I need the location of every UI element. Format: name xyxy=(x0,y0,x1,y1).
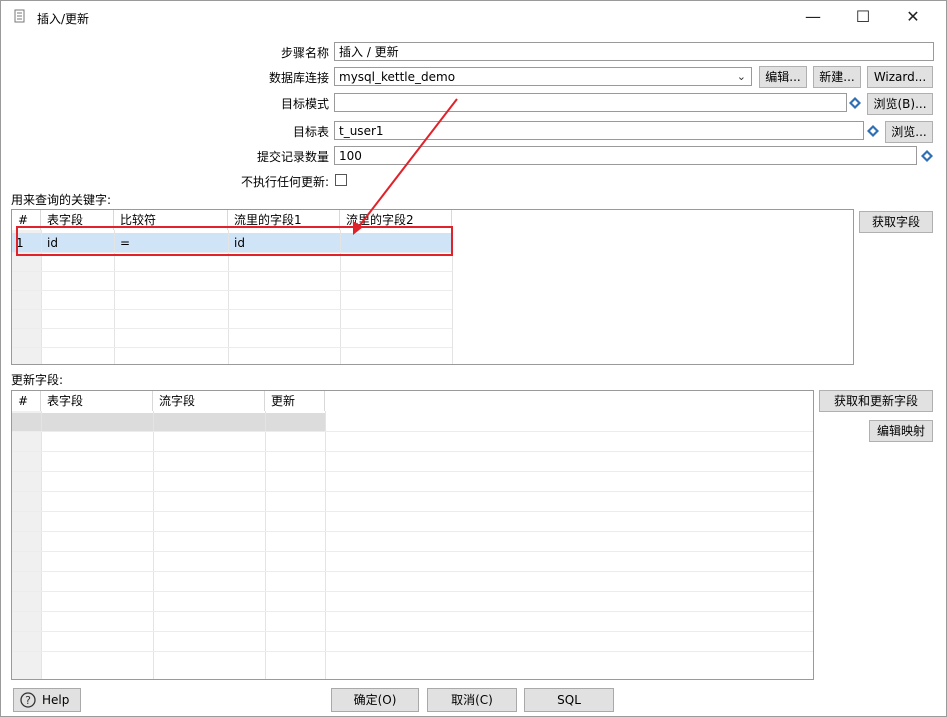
target-table-label: 目标表 xyxy=(292,125,329,139)
maximize-button[interactable]: ☐ xyxy=(841,3,885,31)
db-connection-value: mysql_kettle_demo xyxy=(339,70,456,84)
step-name-label: 步骤名称 xyxy=(280,46,329,60)
target-schema-label: 目标模式 xyxy=(280,97,329,111)
commit-size-label: 提交记录数量 xyxy=(256,150,329,164)
app-icon xyxy=(14,9,25,23)
edit-connection-button[interactable]: 编辑... xyxy=(759,66,807,88)
chevron-down-icon: ⌄ xyxy=(736,70,746,83)
ok-button[interactable]: 确定(O) xyxy=(331,688,419,712)
annotation-highlight-box xyxy=(16,226,453,256)
help-icon: ? xyxy=(20,692,36,708)
browse-table-button[interactable]: 浏览... xyxy=(885,121,933,143)
variable-diamond-icon xyxy=(867,125,879,137)
svg-text:?: ? xyxy=(25,694,31,707)
target-table-input[interactable]: t_user1 xyxy=(334,121,864,140)
minimize-button[interactable]: — xyxy=(791,3,835,31)
column-header-table-field[interactable]: 表字段 xyxy=(41,391,153,411)
commit-size-input[interactable]: 100 xyxy=(334,146,917,165)
table-row-empty-selected[interactable] xyxy=(12,413,325,431)
db-connection-select[interactable]: mysql_kettle_demo ⌄ xyxy=(334,67,752,86)
help-button[interactable]: ? Help xyxy=(13,688,81,712)
insert-update-dialog: 插入/更新 — ☐ ✕ 步骤名称 插入 / 更新 数据库连接 mysql_ket… xyxy=(0,0,947,717)
no-update-label: 不执行任何更新: xyxy=(240,175,329,189)
column-header-num[interactable]: # xyxy=(12,391,41,411)
db-connection-label: 数据库连接 xyxy=(268,71,329,85)
column-header-update[interactable]: 更新 xyxy=(265,391,325,411)
get-fields-button[interactable]: 获取字段 xyxy=(859,211,933,233)
edit-mapping-button[interactable]: 编辑映射 xyxy=(869,420,933,442)
update-fields-table: # 表字段 流字段 更新 xyxy=(11,390,814,680)
close-button[interactable]: ✕ xyxy=(891,3,935,31)
lookup-keys-label: 用来查询的关键字: xyxy=(11,193,112,207)
window-title: 插入/更新 xyxy=(37,12,90,26)
no-update-checkbox[interactable] xyxy=(335,174,347,186)
sql-button[interactable]: SQL xyxy=(524,688,614,712)
update-fields-label: 更新字段: xyxy=(11,373,64,387)
variable-diamond-icon xyxy=(849,97,861,109)
cancel-button[interactable]: 取消(C) xyxy=(427,688,517,712)
browse-schema-button[interactable]: 浏览(B)... xyxy=(867,93,933,115)
variable-diamond-icon xyxy=(921,150,933,162)
title-bar: 插入/更新 — ☐ ✕ xyxy=(1,1,946,33)
target-schema-input[interactable] xyxy=(334,93,847,112)
step-name-input[interactable]: 插入 / 更新 xyxy=(334,42,934,61)
get-update-fields-button[interactable]: 获取和更新字段 xyxy=(819,390,933,412)
new-connection-button[interactable]: 新建... xyxy=(813,66,861,88)
column-header-stream-field[interactable]: 流字段 xyxy=(153,391,265,411)
wizard-button[interactable]: Wizard... xyxy=(867,66,933,88)
help-label: Help xyxy=(42,693,70,707)
